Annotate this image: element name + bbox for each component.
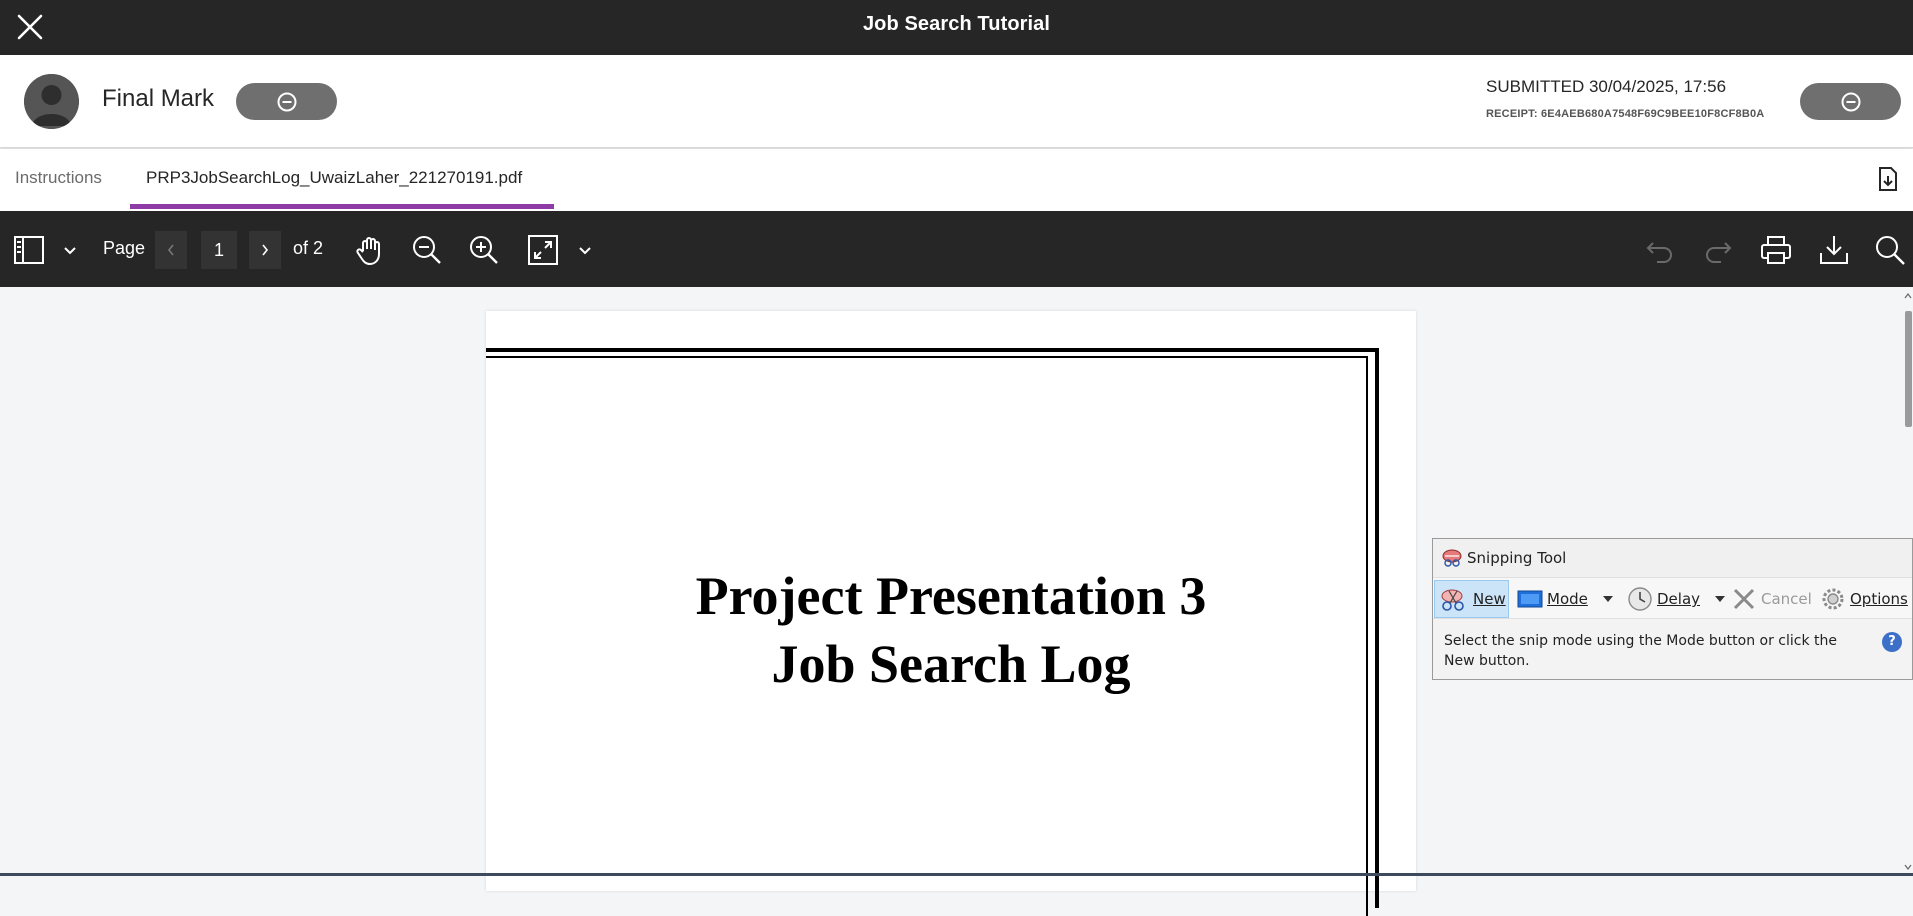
zoom-out-icon[interactable] (410, 233, 444, 267)
download-file-icon[interactable] (1876, 166, 1900, 192)
avatar (24, 74, 79, 129)
receipt-id: RECEIPT: 6E4AEB680A7548F69C9BEE10F8CF8B0… (1486, 108, 1765, 120)
page-label: Page (103, 238, 146, 258)
delay-button[interactable]: Delay (1627, 580, 1726, 618)
cancel-button[interactable]: Cancel (1731, 580, 1812, 618)
sidebar-toggle-icon[interactable] (12, 233, 46, 267)
minus-circle-icon (277, 92, 296, 111)
snipping-tool-titlebar[interactable]: Snipping Tool (1433, 539, 1912, 577)
cancel-x-icon (1733, 588, 1755, 610)
scroll-up-icon[interactable] (1903, 291, 1913, 301)
final-mark-toggle-button[interactable] (236, 83, 337, 120)
snipping-tool-app-icon (1442, 549, 1462, 567)
snipping-tool-toolbar: New Mode Delay Cancel Options (1433, 577, 1912, 619)
minus-circle-icon (1841, 92, 1860, 111)
chevron-right-icon (262, 244, 269, 256)
snipping-tool-message: Select the snip mode using the Mode butt… (1444, 633, 1838, 669)
help-icon[interactable]: ? (1882, 632, 1902, 652)
previous-page-button[interactable] (155, 231, 187, 269)
zoom-in-icon[interactable] (467, 233, 501, 267)
page-number-input[interactable]: 1 (201, 231, 237, 269)
mode-rectangle-icon (1517, 590, 1543, 608)
tab-instructions[interactable]: Instructions (15, 168, 102, 188)
search-icon[interactable] (1873, 233, 1907, 267)
pdf-page: Project Presentation 3 Job Search Log (486, 311, 1416, 916)
options-label: Options (1850, 590, 1908, 608)
redo-icon[interactable] (1701, 233, 1735, 267)
delay-label: Delay (1657, 590, 1701, 608)
print-icon[interactable] (1759, 233, 1793, 267)
tab-bar: Instructions PRP3JobSearchLog_UwaizLaher… (0, 149, 1913, 211)
download-icon[interactable] (1817, 233, 1851, 267)
new-snip-button[interactable]: New (1434, 580, 1509, 618)
mode-label: Mode (1547, 590, 1588, 608)
pan-hand-icon[interactable] (353, 233, 387, 267)
scissors-icon (1441, 589, 1464, 611)
mode-dropdown-icon (1602, 596, 1613, 602)
new-snip-label: New (1473, 590, 1506, 608)
document-title-line-1: Project Presentation 3 (695, 566, 1207, 626)
options-button[interactable]: Options (1820, 580, 1908, 618)
snipping-tool-window: Snipping Tool New Mode Delay Cancel Opti… (1432, 538, 1913, 680)
pdf-toolbar: Page 1 of 2 (0, 211, 1913, 287)
gear-icon (1822, 588, 1844, 610)
cancel-label: Cancel (1761, 590, 1812, 608)
sidebar-dropdown-chevron-icon[interactable] (60, 233, 80, 267)
scroll-thumb[interactable] (1905, 311, 1912, 427)
fit-to-page-icon[interactable] (526, 233, 560, 267)
top-bar: Job Search Tutorial (0, 0, 1913, 55)
undo-icon[interactable] (1643, 233, 1677, 267)
scroll-down-icon[interactable] (1903, 862, 1913, 872)
submission-toggle-button[interactable] (1800, 83, 1901, 120)
chevron-left-icon (167, 244, 174, 256)
final-mark-label: Final Mark (102, 85, 215, 112)
active-tab-indicator (130, 204, 554, 209)
submitted-timestamp: SUBMITTED 30/04/2025, 17:56 (1486, 77, 1727, 96)
tab-pdf-file[interactable]: PRP3JobSearchLog_UwaizLaher_221270191.pd… (146, 168, 522, 188)
window-title: Job Search Tutorial (862, 13, 1051, 35)
clock-icon (1628, 587, 1652, 611)
mode-button[interactable]: Mode (1517, 580, 1614, 618)
snipping-tool-title: Snipping Tool (1467, 549, 1567, 567)
next-page-button[interactable] (249, 231, 281, 269)
document-title-line-2: Job Search Log (771, 634, 1131, 694)
delay-dropdown-icon (1715, 596, 1726, 602)
submission-header: Final Mark SUBMITTED 30/04/2025, 17:56 R… (0, 55, 1913, 148)
fit-dropdown-chevron-icon[interactable] (575, 233, 595, 267)
page-count: of 2 (293, 238, 324, 258)
